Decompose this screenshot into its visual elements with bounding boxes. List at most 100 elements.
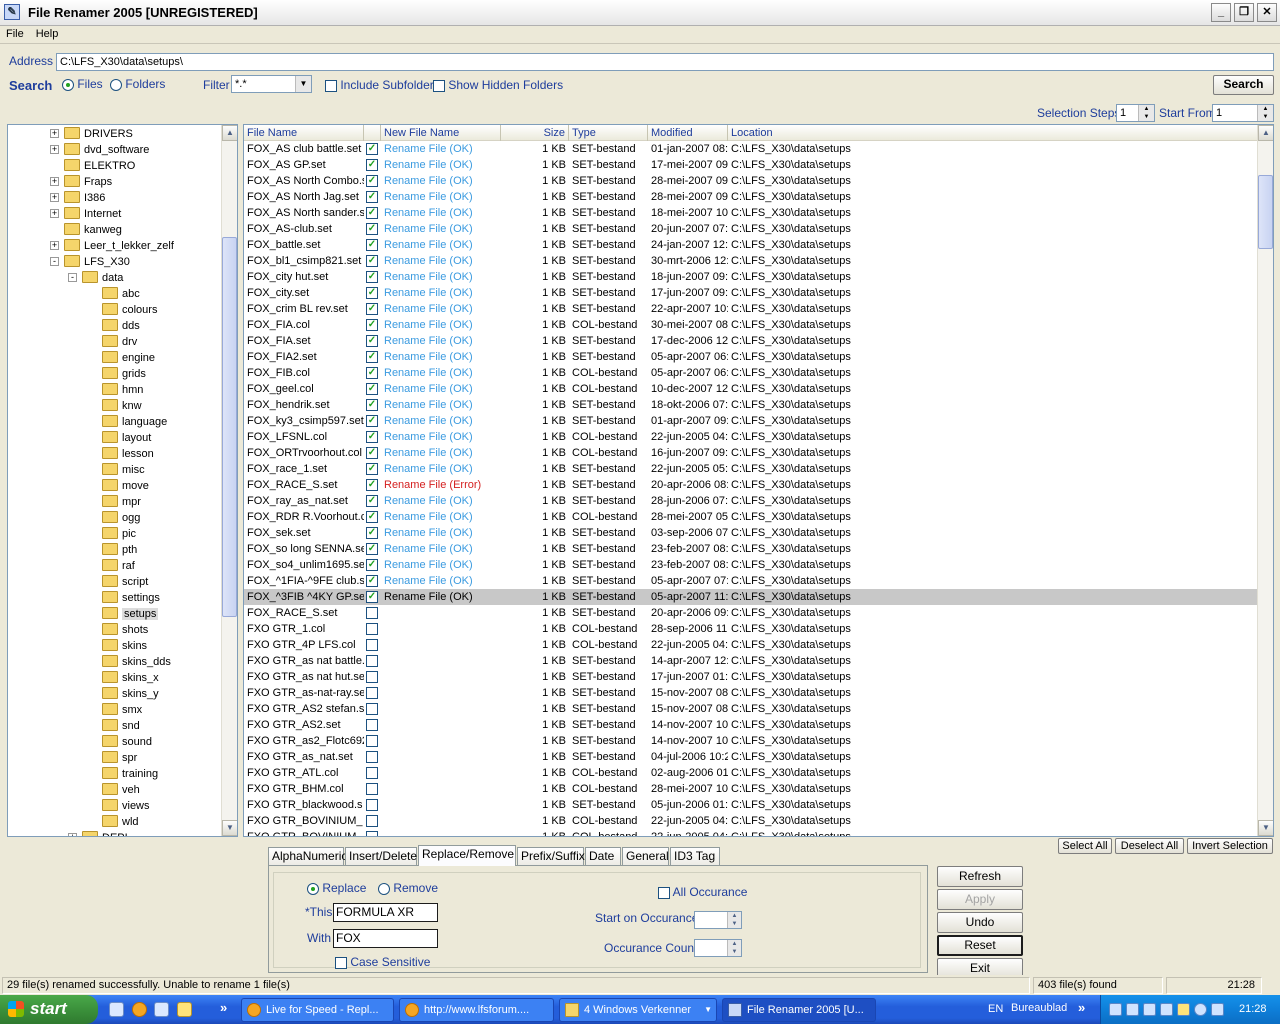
rename-checkbox[interactable]: ✓: [366, 415, 378, 428]
quicklaunch-more-icon[interactable]: »: [220, 1000, 227, 1015]
deselect-all-button[interactable]: Deselect All: [1115, 838, 1184, 854]
expand-icon[interactable]: +: [50, 145, 59, 154]
tree-item[interactable]: veh: [102, 782, 140, 798]
minimize-button[interactable]: _: [1211, 3, 1231, 22]
rename-checkbox[interactable]: ✓: [366, 383, 378, 396]
table-row[interactable]: FOX_^3FIB ^4KY GP.se ✓ Rename File (OK) 1 K…: [244, 589, 1258, 605]
steps-spin-icon[interactable]: ▲ ▼: [1138, 105, 1154, 121]
tab[interactable]: AlphaNumeric: [268, 847, 347, 865]
update-icon[interactable]: [1194, 1003, 1207, 1016]
tree-item[interactable]: layout: [102, 430, 151, 446]
table-row[interactable]: FXO GTR_as_nat.set 1 KB SET-bestand 04-jul-…: [244, 749, 1258, 765]
table-row[interactable]: FOX_ORTrvoorhout.col ✓ Rename File (OK) 1 K…: [244, 445, 1258, 461]
file-list[interactable]: File Name New File Name Size Type Modified Lo…: [243, 124, 1274, 837]
rename-checkbox[interactable]: [366, 815, 378, 828]
rename-checkbox[interactable]: ✓: [366, 351, 378, 364]
rename-checkbox[interactable]: [366, 799, 378, 812]
start-from-input[interactable]: 1 ▲ ▼: [1212, 104, 1274, 122]
tree-item[interactable]: skins_y: [102, 686, 159, 702]
table-row[interactable]: FOX_AS North sander.s ✓ Rename File (OK) 1 …: [244, 205, 1258, 221]
file-list-scrollbar[interactable]: ▲ ▼: [1257, 125, 1273, 836]
network-icon[interactable]: [1109, 1003, 1122, 1016]
close-button[interactable]: ✕: [1257, 3, 1277, 22]
expand-icon[interactable]: +: [68, 833, 77, 836]
tree-item[interactable]: dvd_software: [64, 142, 149, 158]
start-spin-icon[interactable]: ▲ ▼: [1257, 105, 1273, 121]
task-file-renamer[interactable]: File Renamer 2005 [U...: [722, 998, 876, 1022]
rename-checkbox[interactable]: [366, 655, 378, 668]
replace-radio-dot[interactable]: [307, 882, 319, 895]
refresh-button[interactable]: Refresh: [937, 866, 1023, 887]
rename-checkbox[interactable]: ✓: [366, 559, 378, 572]
tree-scrollbar[interactable]: ▲ ▼: [221, 125, 237, 836]
undo-button[interactable]: Undo: [937, 912, 1023, 933]
toolbar-more-icon[interactable]: »: [1078, 1000, 1085, 1015]
case-sensitive-box[interactable]: [335, 956, 347, 969]
tree-item[interactable]: sound: [102, 734, 152, 750]
firefox-icon[interactable]: [132, 1002, 147, 1017]
remove-radio[interactable]: Remove: [378, 881, 438, 895]
tree-item[interactable]: language: [102, 414, 167, 430]
tree-item[interactable]: lesson: [102, 446, 154, 462]
start-on-occurance-spin[interactable]: ▲ ▼: [694, 911, 742, 929]
scroll-up-icon[interactable]: ▲: [1258, 125, 1273, 141]
tree-item[interactable]: skins: [102, 638, 147, 654]
tree-item[interactable]: views: [102, 798, 150, 814]
column-header[interactable]: Modified: [648, 125, 728, 141]
search-button[interactable]: Search: [1213, 75, 1274, 95]
table-row[interactable]: FOX_geel.col ✓ Rename File (OK) 1 KB COL-bes…: [244, 381, 1258, 397]
case-sensitive-checkbox[interactable]: Case Sensitive: [335, 955, 430, 969]
rename-checkbox[interactable]: [366, 767, 378, 780]
tree-item[interactable]: snd: [102, 718, 140, 734]
language-indicator[interactable]: EN: [988, 1003, 1003, 1015]
task-lfsforum[interactable]: http://www.lfsforum....: [399, 998, 554, 1022]
folders-radio[interactable]: Folders: [110, 77, 165, 91]
rename-checkbox[interactable]: ✓: [366, 303, 378, 316]
tab[interactable]: Insert/Delete: [345, 847, 417, 865]
expand-icon[interactable]: +: [50, 209, 59, 218]
column-header[interactable]: [364, 125, 381, 141]
scroll-up-icon[interactable]: ▲: [222, 125, 237, 141]
folder-tree[interactable]: + DRIVERS + dvd_software ELEKTRO + Fraps + I386 +…: [7, 124, 238, 837]
this-input[interactable]: FORMULA XR: [333, 903, 438, 922]
rename-checkbox[interactable]: [366, 607, 378, 620]
files-radio[interactable]: Files: [62, 77, 103, 91]
scroll-down-icon[interactable]: ▼: [222, 820, 237, 836]
collapse-icon[interactable]: -: [68, 273, 77, 282]
tree-item[interactable]: grids: [102, 366, 146, 382]
expand-icon[interactable]: +: [50, 177, 59, 186]
files-radio-dot[interactable]: [62, 78, 74, 91]
tab[interactable]: ID3 Tag: [670, 847, 720, 865]
expand-icon[interactable]: +: [50, 241, 59, 250]
rename-checkbox[interactable]: ✓: [366, 319, 378, 332]
table-row[interactable]: FXO GTR_BOVINIUM_ 1 KB COL-bestand 22-jun-2…: [244, 813, 1258, 829]
tree-item[interactable]: script: [102, 574, 148, 590]
table-row[interactable]: FOX_so4_unlim1695.set ✓ Rename File (OK) 1 …: [244, 557, 1258, 573]
task-windows-verkenner[interactable]: 4 Windows Verkenner ▼: [559, 998, 717, 1022]
table-row[interactable]: FOX_LFSNL.col ✓ Rename File (OK) 1 KB COL-be…: [244, 429, 1258, 445]
tree-item[interactable]: smx: [102, 702, 142, 718]
table-row[interactable]: FXO GTR_as-nat-ray.se 1 KB SET-bestand 15-n…: [244, 685, 1258, 701]
tree-item[interactable]: Fraps: [64, 174, 112, 190]
table-row[interactable]: FOX_AS North Combo.s ✓ Rename File (OK) 1 K…: [244, 173, 1258, 189]
rename-checkbox[interactable]: ✓: [366, 175, 378, 188]
tree-item[interactable]: raf: [102, 558, 135, 574]
show-desktop-icon[interactable]: [109, 1002, 124, 1017]
table-row[interactable]: FOX_battle.set ✓ Rename File (OK) 1 KB SET-b…: [244, 237, 1258, 253]
volume-icon[interactable]: [1143, 1003, 1156, 1016]
rename-checkbox[interactable]: [366, 783, 378, 796]
desktop-toolbar[interactable]: Bureaublad: [1011, 1002, 1067, 1014]
rename-checkbox[interactable]: [366, 831, 378, 836]
tree-item[interactable]: knw: [102, 398, 142, 414]
rename-checkbox[interactable]: [366, 639, 378, 652]
rename-checkbox[interactable]: ✓: [366, 399, 378, 412]
remove-radio-dot[interactable]: [378, 882, 390, 895]
rename-checkbox[interactable]: ✓: [366, 575, 378, 588]
table-row[interactable]: FOX_sek.set ✓ Rename File (OK) 1 KB SET-best…: [244, 525, 1258, 541]
rename-checkbox[interactable]: ✓: [366, 431, 378, 444]
tree-item[interactable]: data: [82, 270, 123, 286]
table-row[interactable]: FXO GTR_1.col 1 KB COL-bestand 28-sep-2006 …: [244, 621, 1258, 637]
tree-item[interactable]: DEPI: [82, 830, 128, 836]
all-occurance-box[interactable]: [658, 886, 670, 899]
tree-item[interactable]: ogg: [102, 510, 140, 526]
